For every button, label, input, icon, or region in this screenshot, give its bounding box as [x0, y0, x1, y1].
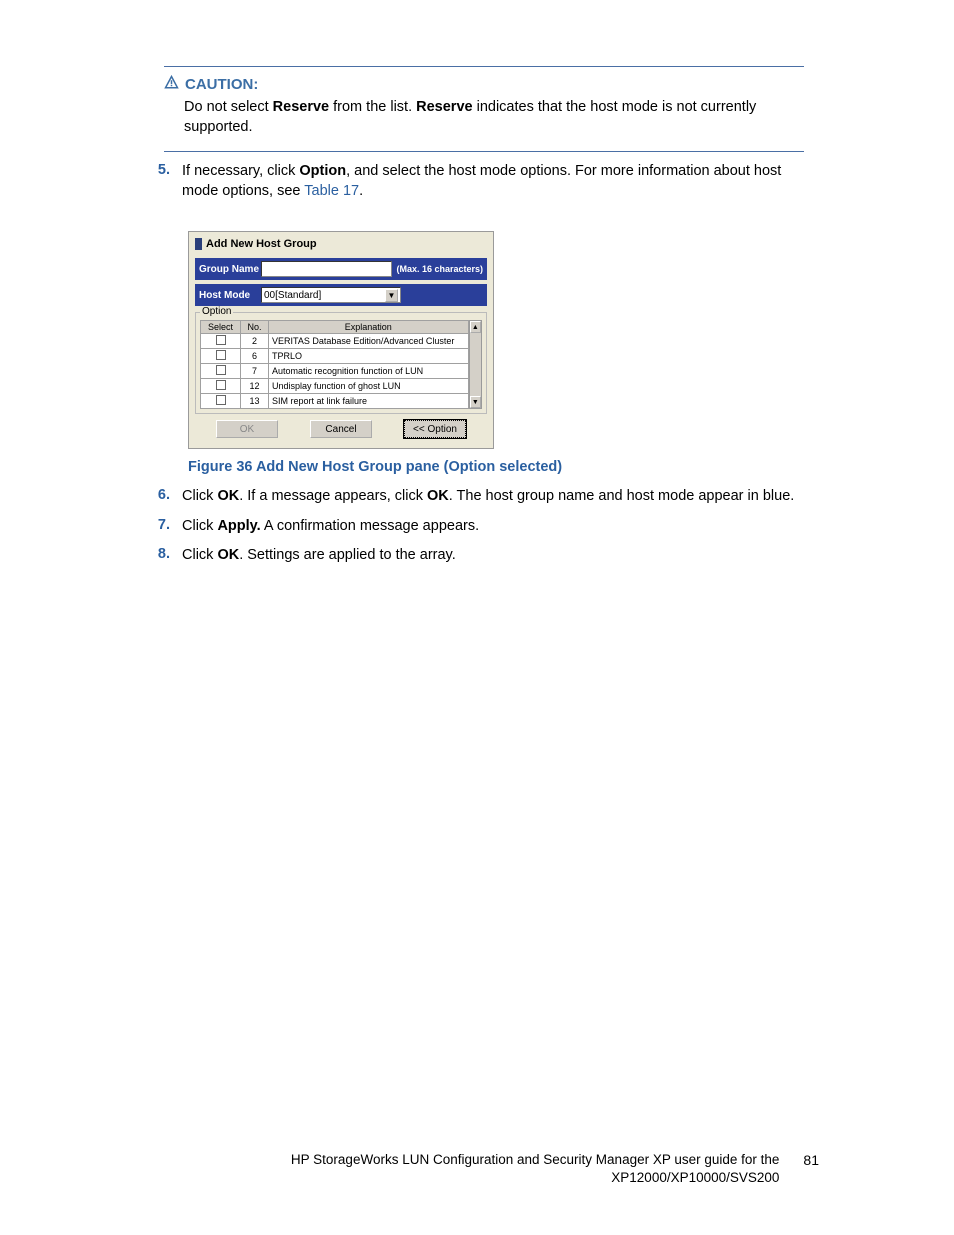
- step-number: 5.: [150, 162, 182, 178]
- option-table: Select No. Explanation 2VERITAS Database…: [200, 320, 469, 409]
- step-6: 6. Click OK. If a message appears, click…: [150, 487, 804, 507]
- col-select: Select: [201, 321, 241, 334]
- step-number: 7.: [150, 517, 182, 533]
- dialog-title: Add New Host Group: [189, 232, 493, 254]
- group-name-label: Group Name: [199, 264, 261, 275]
- step-8: 8. Click OK. Settings are applied to the…: [150, 546, 804, 566]
- chevron-down-icon[interactable]: ▼: [385, 289, 398, 302]
- table-row: 2VERITAS Database Edition/Advanced Clust…: [201, 334, 469, 349]
- col-no: No.: [241, 321, 269, 334]
- table-header-row: Select No. Explanation: [201, 321, 469, 334]
- caution-icon: [164, 75, 179, 94]
- group-name-row: Group Name (Max. 16 characters): [195, 258, 487, 280]
- host-mode-select[interactable]: 00[Standard] ▼: [261, 287, 401, 303]
- table-row: 7Automatic recognition function of LUN: [201, 364, 469, 379]
- screenshot-add-new-host-group: Add New Host Group Group Name (Max. 16 c…: [188, 231, 494, 449]
- table-row: 13SIM report at link failure: [201, 394, 469, 409]
- scroll-up-icon[interactable]: ▲: [470, 321, 481, 333]
- host-mode-row: Host Mode 00[Standard] ▼: [195, 284, 487, 306]
- step-number: 6.: [150, 487, 182, 503]
- group-name-input[interactable]: [261, 261, 392, 277]
- caution-block: CAUTION: Do not select Reserve from the …: [164, 66, 804, 152]
- group-name-hint: (Max. 16 characters): [396, 264, 483, 274]
- step-number: 8.: [150, 546, 182, 562]
- step-body: Click OK. If a message appears, click OK…: [182, 487, 804, 507]
- caution-text: Do not select Reserve from the list. Res…: [164, 98, 804, 137]
- footer-line1: HP StorageWorks LUN Configuration and Se…: [291, 1151, 780, 1169]
- step-5: 5. If necessary, click Option, and selec…: [150, 162, 804, 201]
- scroll-down-icon[interactable]: ▼: [470, 396, 481, 408]
- host-mode-label: Host Mode: [199, 290, 261, 301]
- page-footer: HP StorageWorks LUN Configuration and Se…: [150, 1151, 819, 1187]
- option-toggle-button[interactable]: << Option: [404, 420, 466, 438]
- col-explanation: Explanation: [269, 321, 469, 334]
- step-body: If necessary, click Option, and select t…: [182, 162, 804, 201]
- page-number: 81: [803, 1151, 819, 1170]
- cancel-button[interactable]: Cancel: [310, 420, 372, 438]
- ok-button[interactable]: OK: [216, 420, 278, 438]
- figure-caption: Figure 36 Add New Host Group pane (Optio…: [188, 459, 804, 475]
- step-7: 7. Click Apply. A confirmation message a…: [150, 517, 804, 537]
- caution-label: CAUTION:: [185, 76, 258, 93]
- title-marker-icon: [195, 238, 202, 250]
- scrollbar[interactable]: ▲ ▼: [469, 320, 482, 409]
- checkbox[interactable]: [216, 395, 226, 405]
- option-fieldset: Option Select No. Explanation 2VERITAS D…: [195, 312, 487, 414]
- checkbox[interactable]: [216, 350, 226, 360]
- link-table-17[interactable]: Table 17: [304, 183, 359, 199]
- table-row: 12Undisplay function of ghost LUN: [201, 379, 469, 394]
- step-body: Click OK. Settings are applied to the ar…: [182, 546, 804, 566]
- footer-line2: XP12000/XP10000/SVS200: [291, 1169, 780, 1187]
- table-row: 6TPRLO: [201, 349, 469, 364]
- checkbox[interactable]: [216, 380, 226, 390]
- option-legend: Option: [200, 306, 233, 317]
- step-body: Click Apply. A confirmation message appe…: [182, 517, 804, 537]
- checkbox[interactable]: [216, 365, 226, 375]
- checkbox[interactable]: [216, 335, 226, 345]
